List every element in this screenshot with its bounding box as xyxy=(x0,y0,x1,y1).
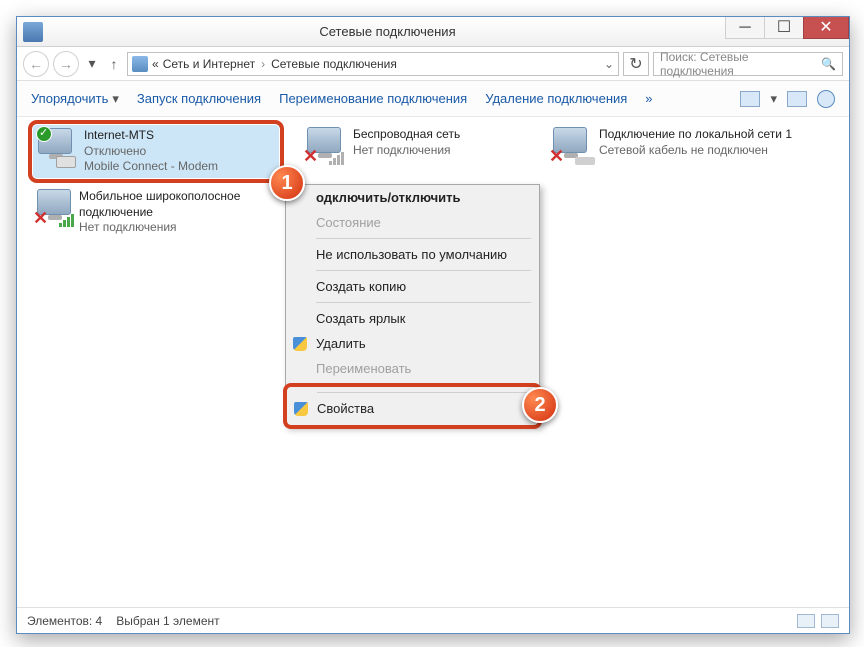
search-box[interactable]: Поиск: Сетевые подключения 🔍 xyxy=(653,52,843,76)
connection-icon: ✕ xyxy=(37,189,71,227)
details-view-icon[interactable] xyxy=(797,614,815,628)
connection-name: Подключение по локальной сети 1 xyxy=(599,127,792,143)
window-title: Сетевые подключения xyxy=(49,24,726,39)
connection-mobile-broadband[interactable]: ✕ Мобильное широкополосное подключение Н… xyxy=(31,185,281,240)
breadcrumb-sep: › xyxy=(259,57,267,71)
nav-bar: ← → ▾ ↑ « Сеть и Интернет › Сетевые подк… xyxy=(17,47,849,81)
history-dropdown[interactable]: ▾ xyxy=(83,55,101,72)
selection-count: Выбран 1 элемент xyxy=(116,614,219,628)
close-button[interactable]: ✕ xyxy=(803,17,849,39)
connection-icon: ✕ xyxy=(553,127,591,165)
up-button[interactable]: ↑ xyxy=(105,56,123,72)
menu-separator xyxy=(317,392,530,393)
connection-name: Internet-MTS xyxy=(84,128,218,144)
status-bar: Элементов: 4 Выбран 1 элемент xyxy=(17,607,849,633)
connection-lan[interactable]: ✕ Подключение по локальной сети 1 Сетево… xyxy=(547,123,827,169)
status-x-icon: ✕ xyxy=(33,208,48,229)
app-icon xyxy=(23,22,43,42)
start-connection-button[interactable]: Запуск подключения xyxy=(137,91,261,106)
connection-name: Беспроводная сеть xyxy=(353,127,460,143)
signal-icon xyxy=(59,214,74,227)
connection-icon xyxy=(38,128,76,166)
back-button[interactable]: ← xyxy=(23,51,49,77)
shield-icon xyxy=(293,337,307,351)
maximize-button[interactable]: ☐ xyxy=(764,17,804,39)
help-icon[interactable] xyxy=(817,90,835,108)
connection-icon: ✕ xyxy=(307,127,345,165)
context-menu: одключить/отключить Состояние Не использ… xyxy=(285,184,540,427)
menu-separator xyxy=(316,238,531,239)
breadcrumb-item[interactable]: Сеть и Интернет xyxy=(163,57,255,71)
menu-state: Состояние xyxy=(286,210,539,235)
status-x-icon: ✕ xyxy=(303,146,318,167)
address-dropdown[interactable]: ⌄ xyxy=(604,57,614,71)
shield-icon xyxy=(294,402,308,416)
command-bar: Упорядочить▾ Запуск подключения Переимен… xyxy=(17,81,849,117)
tiles-view-icon[interactable] xyxy=(821,614,839,628)
menu-separator xyxy=(316,302,531,303)
location-icon xyxy=(132,56,148,72)
menu-properties[interactable]: Свойства xyxy=(287,396,538,421)
connection-name: Мобильное широкополосное подключение xyxy=(79,189,275,220)
menu-no-default[interactable]: Не использовать по умолчанию xyxy=(286,242,539,267)
search-icon: 🔍 xyxy=(821,57,836,71)
menu-delete[interactable]: Удалить xyxy=(286,331,539,356)
menu-separator xyxy=(316,270,531,271)
menu-create-copy[interactable]: Создать копию xyxy=(286,274,539,299)
cable-icon xyxy=(575,157,595,165)
refresh-button[interactable]: ↻ xyxy=(623,52,649,76)
preview-pane-icon[interactable] xyxy=(787,91,807,107)
more-commands[interactable]: » xyxy=(645,91,652,106)
connection-status: Сетевой кабель не подключен xyxy=(599,143,792,159)
organize-menu[interactable]: Упорядочить▾ xyxy=(31,91,119,107)
view-options-icon[interactable] xyxy=(740,91,760,107)
connection-status: Нет подключения xyxy=(79,220,275,236)
menu-rename: Переименовать xyxy=(286,356,539,381)
search-placeholder: Поиск: Сетевые подключения xyxy=(660,50,821,78)
explorer-window: Сетевые подключения ─ ☐ ✕ ← → ▾ ↑ « Сеть… xyxy=(16,16,850,634)
minimize-button[interactable]: ─ xyxy=(725,17,765,39)
callout-2: 2 xyxy=(522,387,558,423)
item-count: Элементов: 4 xyxy=(27,614,102,628)
titlebar: Сетевые подключения ─ ☐ ✕ xyxy=(17,17,849,47)
modem-icon xyxy=(56,156,76,168)
connection-device: Mobile Connect - Modem xyxy=(84,159,218,175)
breadcrumb-prefix: « xyxy=(152,57,159,71)
connection-internet-mts[interactable]: Internet-MTS Отключено Mobile Connect - … xyxy=(31,123,281,180)
delete-connection-button[interactable]: Удаление подключения xyxy=(485,91,627,106)
connection-status: Нет подключения xyxy=(353,143,460,159)
connection-wireless[interactable]: ✕ Беспроводная сеть Нет подключения xyxy=(301,123,551,169)
status-ok-icon xyxy=(36,126,52,142)
menu-connect[interactable]: одключить/отключить xyxy=(286,185,539,210)
signal-icon xyxy=(329,152,344,165)
view-dropdown[interactable]: ▾ xyxy=(770,91,777,107)
connection-status: Отключено xyxy=(84,144,218,160)
status-x-icon: ✕ xyxy=(549,146,564,167)
menu-create-shortcut[interactable]: Создать ярлык xyxy=(286,306,539,331)
address-bar[interactable]: « Сеть и Интернет › Сетевые подключения … xyxy=(127,52,619,76)
forward-button[interactable]: → xyxy=(53,51,79,77)
breadcrumb-item[interactable]: Сетевые подключения xyxy=(271,57,397,71)
highlight-annotation: Свойства xyxy=(283,383,542,429)
rename-connection-button[interactable]: Переименование подключения xyxy=(279,91,467,106)
callout-1: 1 xyxy=(269,165,305,201)
